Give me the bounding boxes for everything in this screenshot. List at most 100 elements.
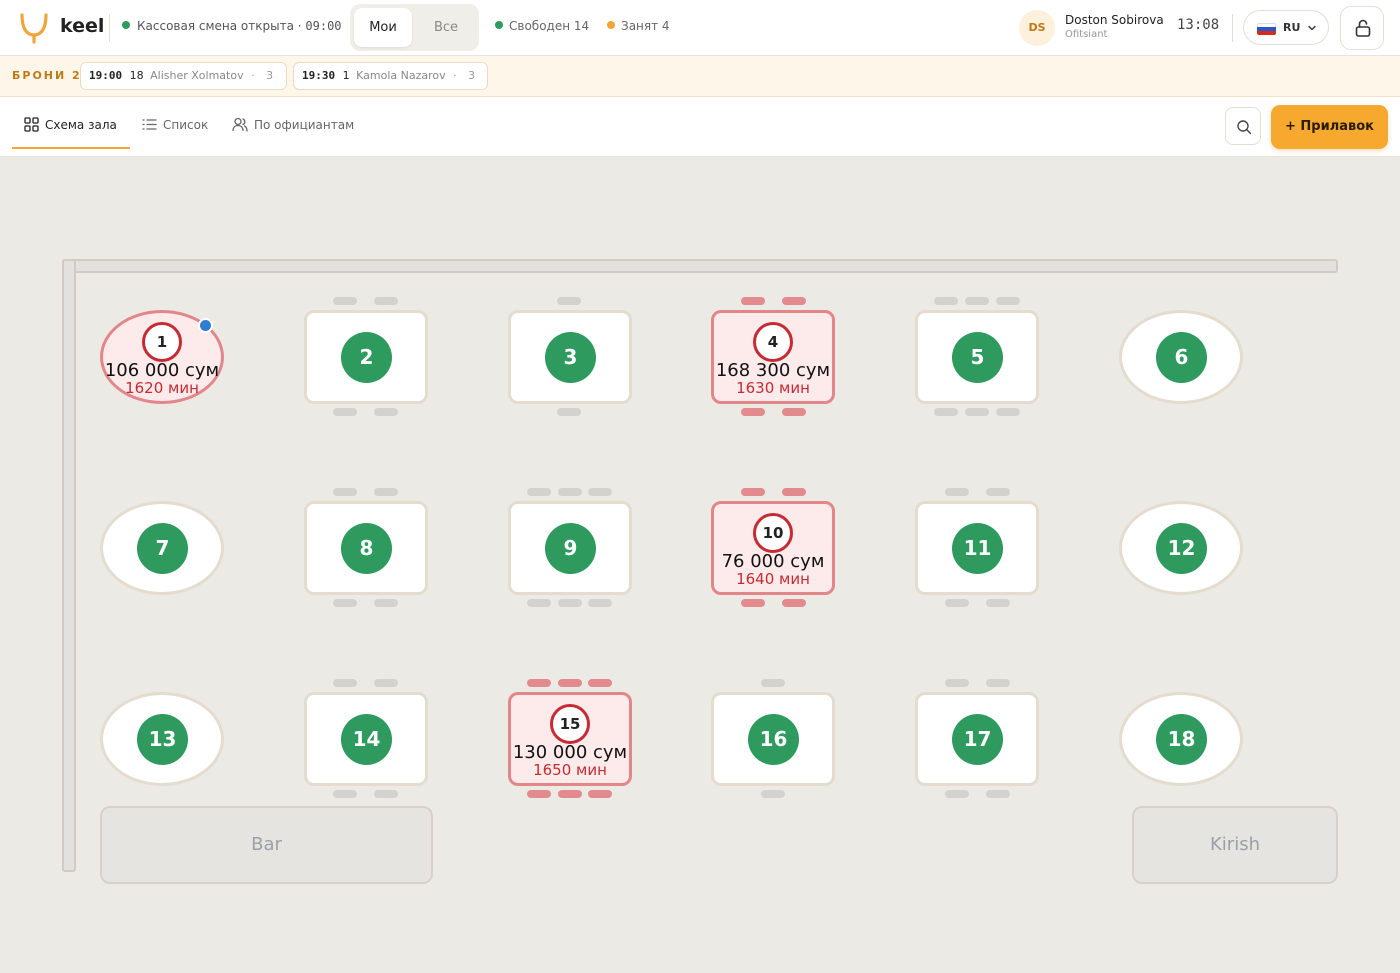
table-6[interactable]: 6 [1119, 310, 1243, 404]
table-number: 6 [1156, 332, 1207, 383]
table-number: 11 [952, 523, 1003, 574]
occupied-time: 1640 мин [736, 570, 810, 588]
table-number: 14 [341, 714, 392, 765]
tab-hall-scheme[interactable]: Схема зала [24, 117, 117, 132]
chair [333, 408, 357, 416]
shift-status-label: Кассовая смена открыта · [137, 19, 302, 33]
chair [996, 408, 1020, 416]
reservations-bar: БРОНИ 2 19:00 18 Alisher Xolmatov · 3 19… [0, 56, 1400, 97]
chair [374, 488, 398, 496]
top-bar: keel Кассовая смена открыта · 09:00 Мои … [0, 0, 1400, 56]
tab-by-waiters[interactable]: По официантам [232, 117, 354, 132]
user-avatar[interactable]: DS [1019, 10, 1055, 46]
chair [782, 408, 806, 416]
chair [333, 297, 357, 305]
user-name: Doston Sobirova [1065, 13, 1164, 27]
table-12[interactable]: 12 [1119, 501, 1243, 595]
chair [588, 599, 612, 607]
order-amount: 168 300 сум [715, 360, 831, 381]
separator: · [453, 69, 457, 82]
view-tabs: Схема зала Список По официантам + Прилав… [0, 97, 1400, 157]
separator: · [251, 69, 255, 82]
chair [741, 488, 765, 496]
grid-icon [24, 117, 39, 132]
table-number: 8 [341, 523, 392, 574]
lock-screen-button[interactable] [1340, 6, 1384, 50]
search-button[interactable] [1225, 107, 1261, 145]
chair [741, 297, 765, 305]
table-number: 7 [137, 523, 188, 574]
filter-mine-button[interactable]: Мои [354, 8, 412, 47]
wall [62, 259, 1338, 273]
table-14[interactable]: 14 [304, 692, 428, 786]
table-11[interactable]: 11 [915, 501, 1039, 595]
table-15[interactable]: 15 130 000 сум 1650 мин [508, 692, 632, 786]
table-number: 10 [753, 513, 793, 553]
order-amount: 76 000 сум [721, 551, 825, 572]
table-16[interactable]: 16 [711, 692, 835, 786]
chair [588, 679, 612, 687]
chair [996, 297, 1020, 305]
chair [986, 599, 1010, 607]
search-icon [1237, 120, 1252, 135]
chair [761, 790, 785, 798]
order-amount: 106 000 сум [104, 360, 220, 381]
chair [588, 488, 612, 496]
occupied-time: 1630 мин [736, 379, 810, 397]
table-filter: Мои Все [350, 4, 479, 51]
table-number: 9 [545, 523, 596, 574]
table-number: 15 [550, 704, 590, 744]
reservation-chip[interactable]: 19:30 1 Kamola Nazarov · 3 [293, 62, 488, 90]
table-18[interactable]: 18 [1119, 692, 1243, 786]
chair [557, 408, 581, 416]
tab-label: Схема зала [45, 118, 117, 132]
table-number: 17 [952, 714, 1003, 765]
shift-status: Кассовая смена открыта · 09:00 [122, 19, 342, 33]
unlock-icon [1355, 19, 1371, 37]
free-dot [495, 21, 503, 29]
reservation-name: Kamola Nazarov [356, 69, 446, 82]
reservation-chip[interactable]: 19:00 18 Alisher Xolmatov · 3 [80, 62, 287, 90]
table-number: 16 [748, 714, 799, 765]
table-8[interactable]: 8 [304, 501, 428, 595]
chair [945, 488, 969, 496]
order-amount: 130 000 сум [512, 742, 628, 763]
divider [1232, 14, 1233, 42]
chair [986, 488, 1010, 496]
table-13[interactable]: 13 [100, 692, 224, 786]
chair [333, 790, 357, 798]
tab-list[interactable]: Список [142, 117, 208, 132]
table-10[interactable]: 10 76 000 сум 1640 мин [711, 501, 835, 595]
chair [741, 408, 765, 416]
chevron-down-icon [1308, 25, 1316, 31]
table-2[interactable]: 2 [304, 310, 428, 404]
reservation-time: 19:30 [302, 69, 336, 82]
counter-order-button[interactable]: + Прилавок [1271, 105, 1388, 149]
table-number: 5 [952, 332, 1003, 383]
language-selector[interactable]: RU [1243, 10, 1329, 45]
wall [62, 259, 76, 872]
chair [782, 599, 806, 607]
reservation-time: 19:00 [89, 69, 123, 82]
chair [374, 599, 398, 607]
chair [558, 679, 582, 687]
table-7[interactable]: 7 [100, 501, 224, 595]
users-icon [232, 117, 248, 132]
filter-all-button[interactable]: Все [417, 8, 475, 47]
chair [965, 408, 989, 416]
occupied-time: 1620 мин [125, 379, 199, 397]
reservation-guests: 3 [468, 69, 476, 82]
chair [965, 297, 989, 305]
table-9[interactable]: 9 [508, 501, 632, 595]
chair [333, 488, 357, 496]
reservation-table: 1 [342, 69, 350, 82]
table-1[interactable]: 1 106 000 сум 1620 мин [100, 310, 224, 404]
table-4[interactable]: 4 168 300 сум 1630 мин [711, 310, 835, 404]
busy-tables-stat: Занят 4 [607, 19, 670, 33]
table-5[interactable]: 5 [915, 310, 1039, 404]
chair [558, 790, 582, 798]
table-3[interactable]: 3 [508, 310, 632, 404]
table-17[interactable]: 17 [915, 692, 1039, 786]
chair [986, 679, 1010, 687]
tab-label: Список [163, 118, 209, 132]
